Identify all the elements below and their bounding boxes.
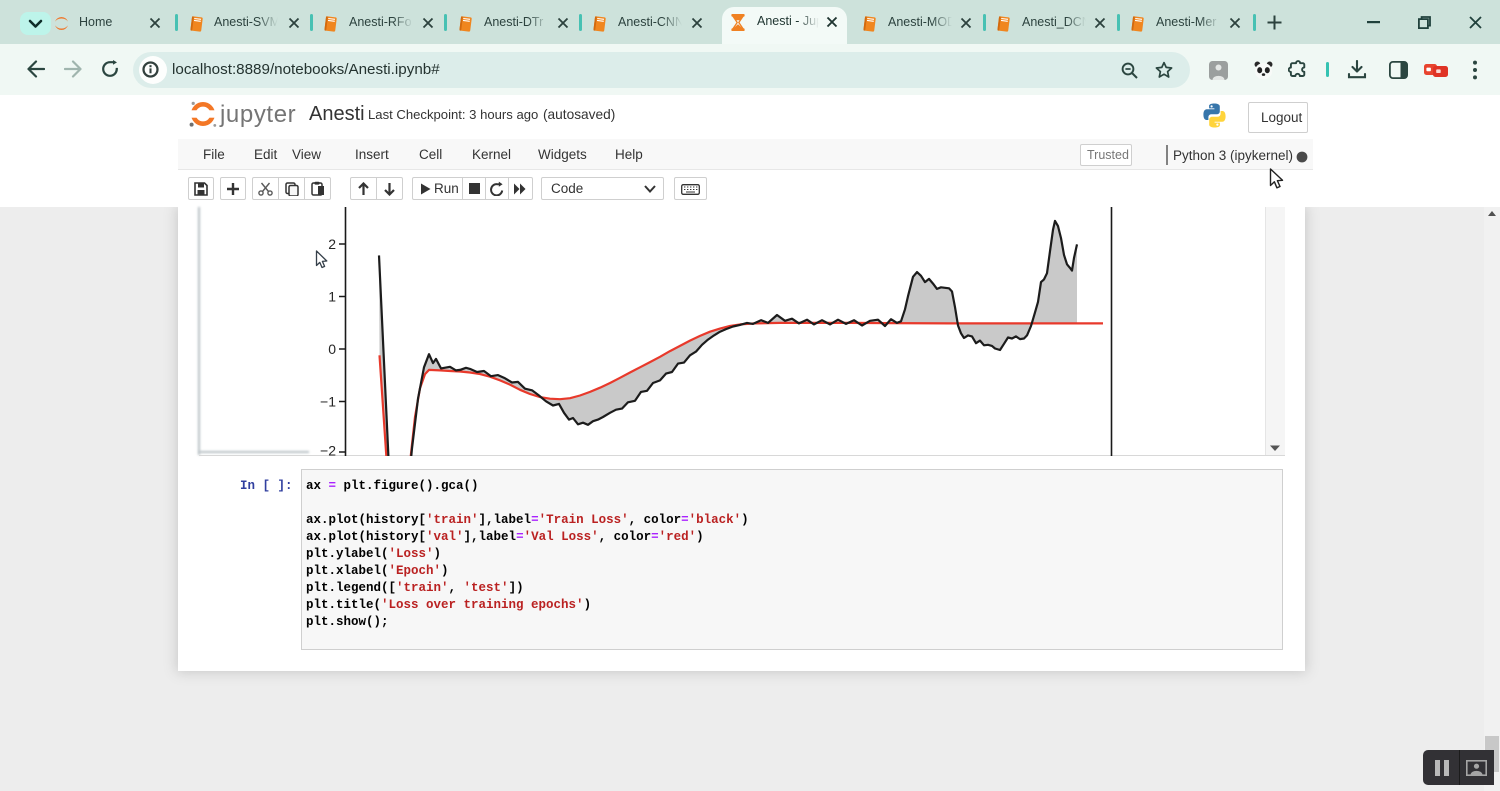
svg-text:−1: −1 xyxy=(320,394,336,410)
svg-text:0: 0 xyxy=(328,341,336,357)
svg-text:2: 2 xyxy=(328,236,336,252)
svg-text:1: 1 xyxy=(328,289,336,305)
svg-text:−2: −2 xyxy=(320,443,336,457)
